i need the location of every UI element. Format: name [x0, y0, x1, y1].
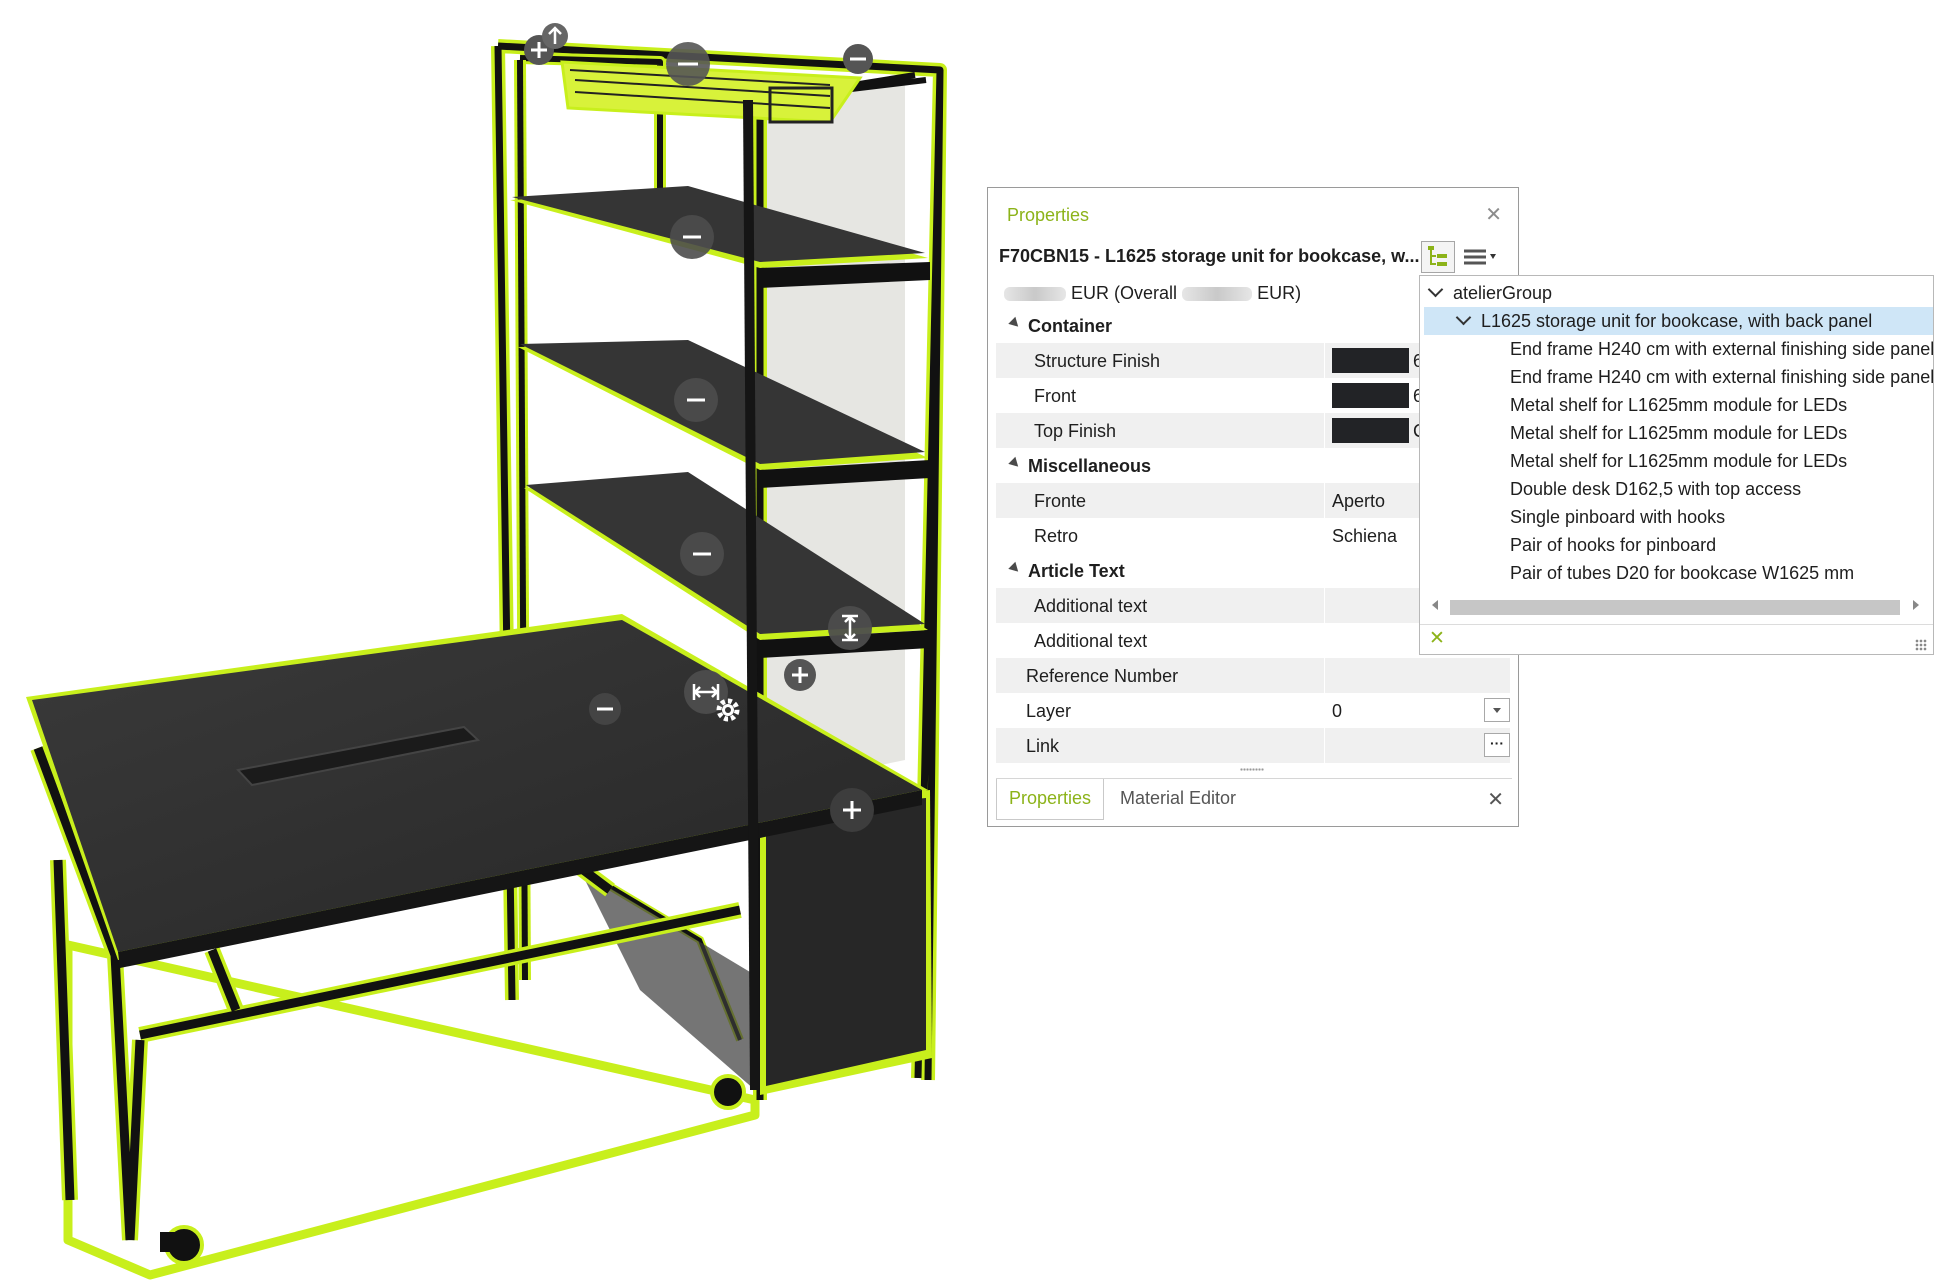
tree-item[interactable]: Pair of tubes D20 for bookcase W1625 mm — [1510, 559, 1854, 587]
minus-icon[interactable] — [589, 693, 621, 725]
chevron-down-icon[interactable] — [1455, 309, 1472, 326]
tree-item[interactable]: Pair of hooks for pinboard — [1510, 531, 1716, 559]
property-link[interactable]: Link ··· — [996, 728, 1510, 763]
tab-material-editor[interactable]: Material Editor — [1108, 779, 1248, 819]
property-layer[interactable]: Layer 0 — [996, 693, 1510, 728]
price-line: EUR (Overall EUR) — [1004, 283, 1301, 304]
chevron-down-icon[interactable] — [1427, 281, 1444, 298]
minus-icon[interactable] — [670, 215, 714, 259]
plus-icon[interactable] — [784, 659, 816, 691]
blurred-overall-price — [1182, 287, 1253, 302]
tree-item[interactable]: Single pinboard with hooks — [1510, 503, 1725, 531]
wire-basket — [560, 60, 863, 124]
close-icon[interactable]: ✕ — [1429, 627, 1445, 650]
height-resize-icon[interactable] — [828, 606, 872, 650]
overall-currency: EUR) — [1257, 283, 1302, 303]
tree-view-button[interactable] — [1421, 241, 1455, 273]
chevron-down-icon — [1490, 254, 1496, 259]
layer-dropdown-button[interactable] — [1484, 698, 1510, 722]
collapse-icon[interactable] — [1008, 561, 1022, 576]
link-browse-button[interactable]: ··· — [1484, 733, 1510, 757]
menu-icon — [1464, 249, 1496, 265]
tree-item[interactable]: Metal shelf for L1625mm module for LEDs — [1510, 447, 1847, 475]
collapse-icon[interactable] — [1008, 456, 1022, 471]
tree-item-selected[interactable]: L1625 storage unit for bookcase, with ba… — [1424, 307, 1933, 335]
plus-icon[interactable] — [830, 788, 874, 832]
horizontal-scrollbar[interactable] — [1428, 598, 1923, 616]
scroll-right-icon[interactable] — [1913, 600, 1919, 610]
close-icon[interactable]: ✕ — [1485, 202, 1502, 227]
collapse-icon[interactable] — [1008, 316, 1022, 331]
color-swatch[interactable] — [1332, 348, 1409, 373]
color-swatch[interactable] — [1332, 418, 1409, 443]
structure-tree-popup: atelierGroup L1625 storage unit for book… — [1419, 275, 1934, 655]
scroll-left-icon[interactable] — [1432, 600, 1438, 610]
panel-tabs: Properties Material Editor ✕ — [996, 778, 1512, 821]
tree-footer: ✕ — [1420, 624, 1933, 654]
tree-item[interactable]: Double desk D162,5 with top access — [1510, 475, 1801, 503]
blurred-price — [1004, 287, 1066, 302]
resize-grip[interactable] — [1240, 768, 1264, 771]
close-icon[interactable]: ✕ — [1487, 787, 1504, 812]
resize-grip[interactable] — [1915, 639, 1927, 651]
tree-item[interactable]: End frame H240 cm with external finishin… — [1510, 335, 1933, 363]
tree-item[interactable]: End frame H240 cm with external finishin… — [1510, 363, 1933, 391]
minus-icon[interactable] — [680, 532, 724, 576]
price-currency: EUR (Overall — [1071, 283, 1178, 303]
color-swatch[interactable] — [1332, 383, 1409, 408]
tree-icon — [1428, 246, 1447, 266]
article-heading: F70CBN15 - L1625 storage unit for bookca… — [999, 246, 1420, 266]
panel-title: Properties — [1007, 205, 1090, 225]
minus-icon[interactable] — [843, 44, 873, 74]
property-reference-number[interactable]: Reference Number — [996, 658, 1510, 693]
caster-wheels — [160, 1074, 746, 1265]
tree-root-item[interactable]: atelierGroup — [1427, 279, 1552, 307]
bookcase-post — [743, 99, 760, 1091]
tree-item[interactable]: Metal shelf for L1625mm module for LEDs — [1510, 391, 1847, 419]
minus-icon[interactable] — [666, 42, 710, 86]
scrollbar-thumb[interactable] — [1450, 600, 1900, 615]
tree-item[interactable]: Metal shelf for L1625mm module for LEDs — [1510, 419, 1847, 447]
arrow-up-icon[interactable] — [542, 23, 568, 49]
minus-icon[interactable] — [674, 378, 718, 422]
tab-properties[interactable]: Properties — [996, 779, 1105, 820]
menu-button[interactable] — [1459, 241, 1505, 273]
chevron-down-icon — [1493, 708, 1501, 713]
